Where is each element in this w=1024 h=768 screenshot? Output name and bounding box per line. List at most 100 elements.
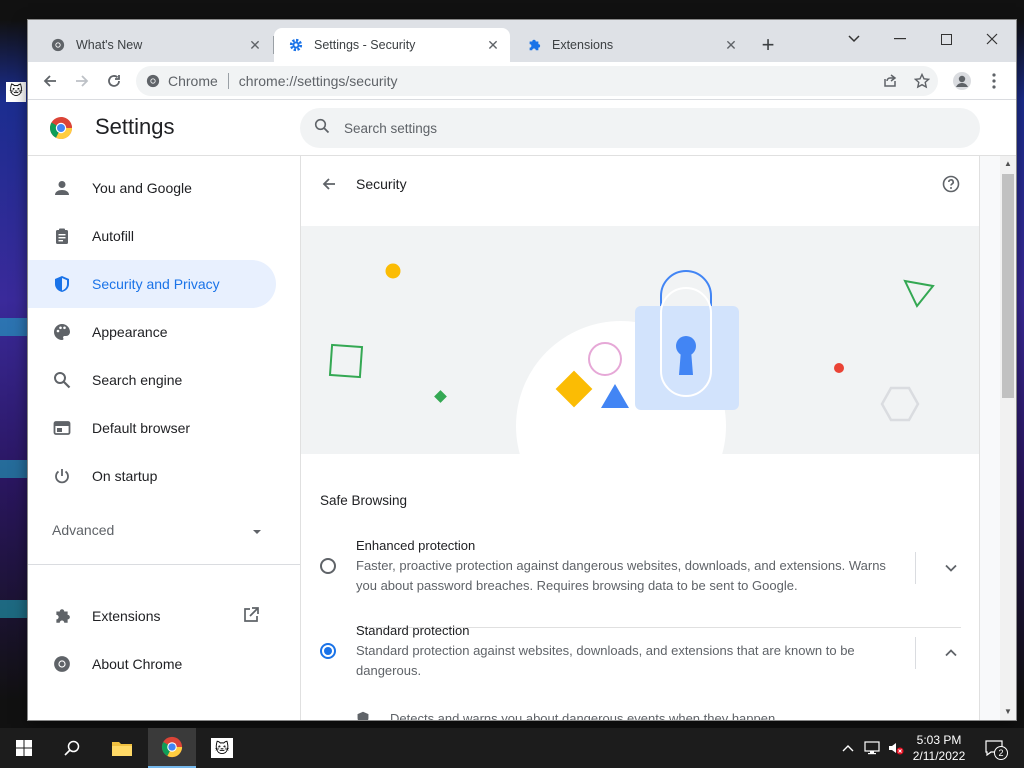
- chrome-logo-icon: [161, 736, 183, 758]
- dropdown-arrow-icon: [252, 522, 262, 538]
- search-taskbar-button[interactable]: [48, 728, 96, 768]
- cat-app-taskbar-button[interactable]: 🐱: [198, 728, 246, 768]
- close-icon[interactable]: ✕: [484, 36, 502, 54]
- back-button[interactable]: [36, 67, 64, 95]
- sidebar-item-appearance[interactable]: Appearance: [28, 308, 276, 356]
- enhanced-protection-radio[interactable]: [320, 558, 336, 574]
- search-input[interactable]: [344, 120, 944, 136]
- windows-taskbar: 🐱 5:03 PM 2/11/2022 2: [0, 728, 1024, 768]
- windows-logo-icon: [16, 740, 32, 756]
- reload-button[interactable]: [100, 67, 128, 95]
- clock-date: 2/11/2022: [912, 749, 966, 763]
- safe-browsing-heading: Safe Browsing: [320, 493, 408, 508]
- puzzle-icon: [526, 37, 542, 53]
- option-description: Standard protection against websites, do…: [356, 643, 855, 678]
- tab-whats-new[interactable]: What's New ✕: [36, 28, 272, 62]
- browser-icon: [52, 418, 72, 438]
- sidebar-item-autofill[interactable]: Autofill: [28, 212, 276, 260]
- sidebar-item-on-startup[interactable]: On startup: [28, 452, 276, 500]
- puzzle-icon: [52, 606, 72, 626]
- tab-extensions[interactable]: Extensions ✕: [512, 28, 748, 62]
- profile-avatar[interactable]: [948, 67, 976, 95]
- standard-protection-radio[interactable]: [320, 643, 336, 659]
- palette-icon: [52, 322, 72, 342]
- sidebar-divider: [28, 564, 300, 565]
- scroll-down-arrow-icon[interactable]: ▼: [1000, 704, 1016, 720]
- open-in-new-icon: [242, 606, 260, 627]
- page-title: Security: [356, 176, 407, 192]
- chrome-window: What's New ✕ Settings - Security ✕ Exten…: [28, 20, 1016, 720]
- share-icon[interactable]: [876, 67, 904, 95]
- chrome-icon: [52, 654, 72, 674]
- enhanced-protection-option[interactable]: Enhanced protection Faster, proactive pr…: [301, 538, 979, 618]
- site-chip-label: Chrome: [168, 73, 218, 89]
- menu-kebab-icon[interactable]: [980, 67, 1008, 95]
- tab-title: What's New: [76, 38, 143, 52]
- chevron-up-icon[interactable]: [838, 738, 858, 758]
- settings-search-box[interactable]: [300, 108, 980, 148]
- sidebar-item-label: Autofill: [92, 228, 135, 244]
- gear-icon: [288, 37, 304, 53]
- security-illustration: [301, 226, 979, 454]
- network-icon[interactable]: [862, 738, 882, 758]
- maximize-button[interactable]: [924, 24, 968, 54]
- sidebar-item-extensions[interactable]: Extensions: [28, 592, 276, 640]
- start-button[interactable]: [0, 728, 48, 768]
- sidebar-item-security-and-privacy[interactable]: Security and Privacy: [28, 260, 276, 308]
- clock-time: 5:03 PM: [916, 733, 962, 747]
- close-icon[interactable]: ✕: [246, 36, 264, 54]
- page-scrollbar[interactable]: ▲ ▼: [1000, 156, 1016, 720]
- close-window-button[interactable]: [970, 24, 1014, 54]
- scroll-up-arrow-icon[interactable]: ▲: [1000, 156, 1016, 172]
- sidebar-advanced-toggle[interactable]: Advanced: [52, 522, 262, 538]
- volume-muted-icon[interactable]: [886, 738, 906, 758]
- help-icon[interactable]: [939, 172, 963, 196]
- tab-settings-security[interactable]: Settings - Security ✕: [274, 28, 510, 62]
- desktop-decoration: [0, 318, 30, 336]
- option-title: Standard protection: [356, 623, 470, 638]
- back-arrow-icon[interactable]: [317, 172, 341, 196]
- option-separator: [915, 637, 916, 669]
- settings-sidebar: You and Google Autofill Security and Pri…: [28, 156, 300, 720]
- chevron-down-icon[interactable]: [939, 556, 963, 580]
- search-icon: [52, 370, 72, 390]
- tab-strip: What's New ✕ Settings - Security ✕ Exten…: [28, 20, 1016, 62]
- standard-protection-option[interactable]: Standard protection Standard protection …: [301, 623, 979, 703]
- chrome-icon: [146, 74, 160, 88]
- new-tab-button[interactable]: +: [756, 34, 780, 58]
- desktop-decoration: [0, 460, 30, 478]
- forward-button[interactable]: [68, 67, 96, 95]
- sidebar-item-label: Security and Privacy: [92, 276, 220, 292]
- taskbar-clock[interactable]: 5:03 PM 2/11/2022: [906, 732, 972, 764]
- scroll-thumb[interactable]: [1002, 174, 1014, 398]
- power-icon: [52, 466, 72, 486]
- sidebar-item-label: Extensions: [92, 608, 161, 624]
- file-explorer-taskbar-button[interactable]: [98, 728, 146, 768]
- sidebar-item-label: You and Google: [92, 180, 192, 196]
- sidebar-item-you-and-google[interactable]: You and Google: [28, 164, 276, 212]
- desktop-app-icon[interactable]: 🐱: [6, 82, 26, 102]
- chrome-taskbar-button[interactable]: [148, 728, 196, 768]
- detail-text: Detects and warns you about dangerous ev…: [390, 710, 776, 721]
- minimize-button[interactable]: [878, 24, 922, 54]
- clipboard-icon: [52, 226, 72, 246]
- sidebar-item-default-browser[interactable]: Default browser: [28, 404, 276, 452]
- sidebar-item-label: Default browser: [92, 420, 191, 436]
- tab-search-button[interactable]: [832, 24, 876, 54]
- cat-app-icon: 🐱: [211, 738, 233, 758]
- bookmark-star-icon[interactable]: [908, 67, 936, 95]
- chevron-up-icon[interactable]: [939, 641, 963, 665]
- person-icon: [52, 178, 72, 198]
- desktop-decoration: [0, 600, 30, 618]
- sidebar-item-about-chrome[interactable]: About Chrome: [28, 640, 276, 688]
- action-center-button[interactable]: 2: [980, 736, 1008, 760]
- tab-title: Extensions: [552, 38, 614, 52]
- notification-count-badge: 2: [994, 746, 1008, 760]
- close-icon[interactable]: ✕: [722, 36, 740, 54]
- site-info-chip[interactable]: Chrome: [136, 73, 218, 89]
- sidebar-item-search-engine[interactable]: Search engine: [28, 356, 276, 404]
- address-bar[interactable]: Chrome chrome://settings/security: [136, 66, 938, 96]
- folder-icon: [112, 742, 132, 756]
- option-title: Enhanced protection: [356, 538, 476, 553]
- security-page-card: Security Safe Browsing Enhanced protecti…: [300, 156, 980, 720]
